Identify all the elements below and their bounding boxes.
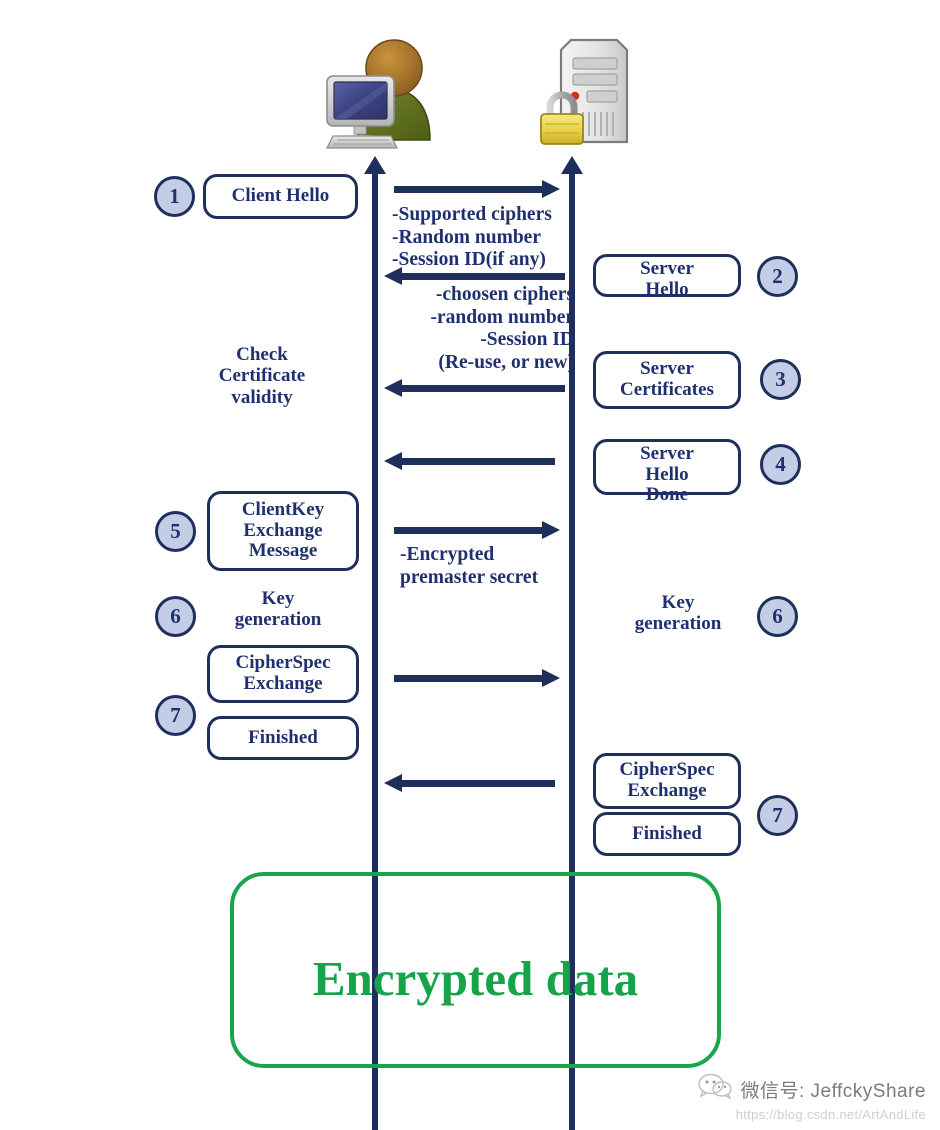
step-circle-7-client: 7 (155, 695, 196, 736)
arrow-client-cipherspec-finished (394, 669, 560, 687)
server-cipherspec-exchange-box[interactable]: CipherSpec Exchange (593, 753, 741, 809)
server-hello-done-box[interactable]: Server Hello Done (593, 439, 741, 505)
step-circle-5: 5 (155, 511, 196, 552)
client-finished-box[interactable]: Finished (207, 716, 359, 760)
server-finished-label: Finished (632, 822, 702, 844)
premaster-secret-details: -Encrypted premaster secret (400, 544, 539, 588)
arrow-client-key-exchange (394, 521, 560, 539)
client-cipherspec-label: CipherSpec Exchange (235, 652, 331, 694)
step-circle-6-server: 6 (757, 596, 798, 637)
client-computer-user-icon (325, 28, 443, 152)
wechat-icon (698, 1073, 733, 1105)
server-key-generation-label: Key generation (634, 592, 722, 635)
client-key-generation-label: Key generation (234, 588, 322, 631)
client-hello-details: -Supported ciphers -Random number -Sessi… (392, 204, 552, 271)
arrow-server-hello-done (384, 452, 555, 470)
server-hello-done-label: Server Hello Done (640, 443, 694, 506)
server-hello-label: Server Hello (640, 258, 694, 300)
arrow-server-cipherspec-finished (384, 774, 555, 792)
server-certificates-label: Server Certificates (620, 358, 714, 400)
encrypted-data-label: Encrypted data (312, 951, 639, 1006)
arrow-server-hello (384, 267, 565, 285)
watermark-url: https://blog.csdn.net/ArtAndLife (735, 1107, 926, 1122)
step-circle-4: 4 (760, 444, 801, 485)
client-key-exchange-label: ClientKey Exchange Message (241, 499, 325, 562)
server-hello-details: -choosen ciphers -random number -Session… (430, 284, 574, 373)
step-circle-2: 2 (757, 256, 798, 297)
server-hello-box[interactable]: Server Hello (593, 254, 741, 300)
watermark: 微信号: JeffckyShare https://blog.csdn.net/… (698, 1073, 926, 1122)
step-circle-7-server: 7 (757, 795, 798, 836)
check-certificate-validity-label: Check Certificate validity (218, 344, 306, 408)
client-hello-box[interactable]: Client Hello (203, 174, 358, 219)
arrow-server-certificates (384, 379, 565, 397)
client-finished-label: Finished (248, 726, 318, 748)
server-cipherspec-label: CipherSpec Exchange (619, 759, 715, 801)
step-circle-6-client: 6 (155, 596, 196, 637)
step-circle-1: 1 (154, 176, 195, 217)
client-hello-label: Client Hello (231, 185, 330, 207)
server-finished-box[interactable]: Finished (593, 812, 741, 856)
tls-handshake-diagram: Encrypted data 1 Client Hello -Supported… (0, 0, 940, 1130)
client-cipherspec-exchange-box[interactable]: CipherSpec Exchange (207, 645, 359, 703)
step-circle-3: 3 (760, 359, 801, 400)
arrow-client-hello (394, 180, 560, 198)
wechat-id-text: 微信号: JeffckyShare (740, 1080, 926, 1102)
client-key-exchange-box[interactable]: ClientKey Exchange Message (207, 491, 359, 571)
server-lock-icon (535, 28, 635, 152)
server-certificates-box[interactable]: Server Certificates (593, 351, 741, 409)
